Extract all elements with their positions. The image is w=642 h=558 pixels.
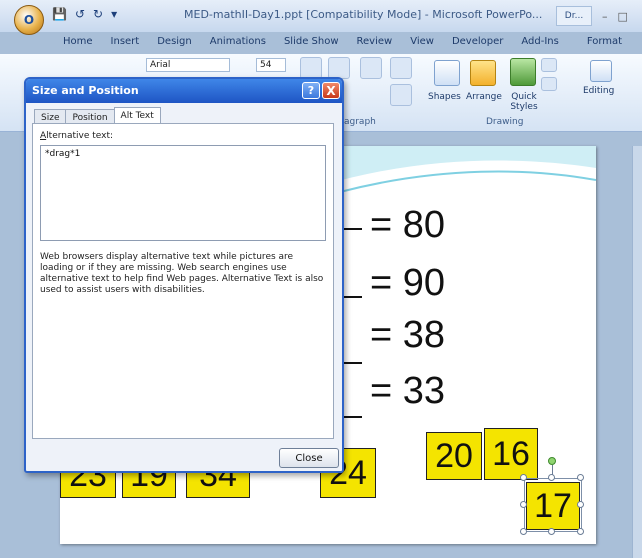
alt-text-help: Web browsers display alternative text wh… [40, 252, 324, 295]
group-drawing-label: Drawing [486, 117, 524, 127]
quick-styles-icon[interactable] [510, 58, 536, 86]
tab-slide-show[interactable]: Slide Show [275, 32, 348, 54]
tab-developer[interactable]: Developer [443, 32, 512, 54]
tab-insert[interactable]: Insert [102, 32, 149, 54]
resize-handle[interactable] [548, 474, 555, 481]
dialog-title: Size and Position [32, 84, 139, 97]
shape-fill-icon[interactable] [541, 58, 557, 72]
number-tile[interactable]: 20 [426, 432, 482, 480]
alt-text-panel: Alternative text: *drag*1 Web browsers d… [32, 123, 334, 439]
font-size-box[interactable]: 54 [256, 58, 286, 72]
resize-handle[interactable] [520, 528, 527, 535]
arrange-label: Arrange [466, 92, 502, 102]
tab-add-ins[interactable]: Add-Ins [512, 32, 567, 54]
ribbon-tabs: Home Insert Design Animations Slide Show… [0, 32, 642, 54]
window-title: MED-mathII-Day1.ppt [Compatibility Mode]… [184, 8, 543, 21]
resize-handle[interactable] [520, 501, 527, 508]
draw-button[interactable]: Dr... [556, 6, 592, 26]
find-binoculars-icon[interactable] [590, 60, 612, 82]
undo-icon[interactable]: ↺ [75, 7, 85, 21]
resize-handle[interactable] [577, 528, 584, 535]
resize-handle[interactable] [520, 474, 527, 481]
equation: = 90 [370, 262, 446, 304]
shape-outline-icon[interactable] [541, 77, 557, 91]
shapes-label: Shapes [428, 92, 461, 102]
answer-blank [344, 296, 362, 298]
equation: = 80 [370, 204, 446, 246]
customize-icon[interactable]: ▾ [111, 7, 117, 21]
tab-review[interactable]: Review [348, 32, 402, 54]
tab-design[interactable]: Design [148, 32, 201, 54]
redo-icon[interactable]: ↻ [93, 7, 103, 21]
tab-format[interactable]: Format [578, 32, 631, 54]
arrange-icon[interactable] [470, 60, 496, 86]
rotation-handle[interactable] [548, 457, 556, 465]
size-and-position-dialog: Size and Position ? X Size Position Alt … [24, 77, 344, 473]
help-button[interactable]: ? [302, 82, 320, 99]
group-paragraph-label: agraph [344, 117, 376, 127]
tab-home[interactable]: Home [54, 32, 102, 54]
resize-handle[interactable] [577, 474, 584, 481]
resize-handle[interactable] [577, 501, 584, 508]
close-x-button[interactable]: X [322, 82, 340, 99]
numbering-icon[interactable] [328, 57, 350, 79]
dialog-title-bar[interactable]: Size and Position ? X [26, 79, 342, 103]
close-button[interactable]: Close [279, 448, 339, 468]
alternative-text-label: Alternative text: [40, 131, 114, 141]
tab-view[interactable]: View [401, 32, 443, 54]
answer-blank [344, 362, 362, 364]
shapes-icon[interactable] [434, 60, 460, 86]
line-spacing-icon[interactable] [360, 57, 382, 79]
minimize-icon[interactable]: – [602, 10, 608, 23]
quick-styles-label: Quick Styles [510, 92, 538, 112]
align-text-icon[interactable] [390, 84, 412, 106]
resize-handle[interactable] [548, 528, 555, 535]
maximize-icon[interactable]: □ [618, 10, 628, 23]
equation: = 38 [370, 314, 446, 356]
answer-blank [344, 228, 362, 230]
answer-blank [344, 416, 362, 418]
bullets-icon[interactable] [300, 57, 322, 79]
vertical-scrollbar[interactable] [632, 146, 642, 558]
quick-access-toolbar: 💾 ↺ ↻ ▾ [52, 7, 117, 21]
save-icon[interactable]: 💾 [52, 7, 67, 21]
office-button[interactable]: O [14, 5, 44, 35]
alternative-text-field[interactable]: *drag*1 [40, 145, 326, 241]
equation: = 33 [370, 370, 446, 412]
title-bar: O 💾 ↺ ↻ ▾ MED-mathII-Day1.ppt [Compatibi… [0, 0, 642, 35]
text-direction-icon[interactable] [390, 57, 412, 79]
number-tile[interactable]: 16 [484, 428, 538, 480]
tab-animations[interactable]: Animations [201, 32, 275, 54]
editing-label[interactable]: Editing [583, 86, 614, 96]
selection-frame [524, 478, 582, 532]
font-name-box[interactable]: Arial [146, 58, 230, 72]
